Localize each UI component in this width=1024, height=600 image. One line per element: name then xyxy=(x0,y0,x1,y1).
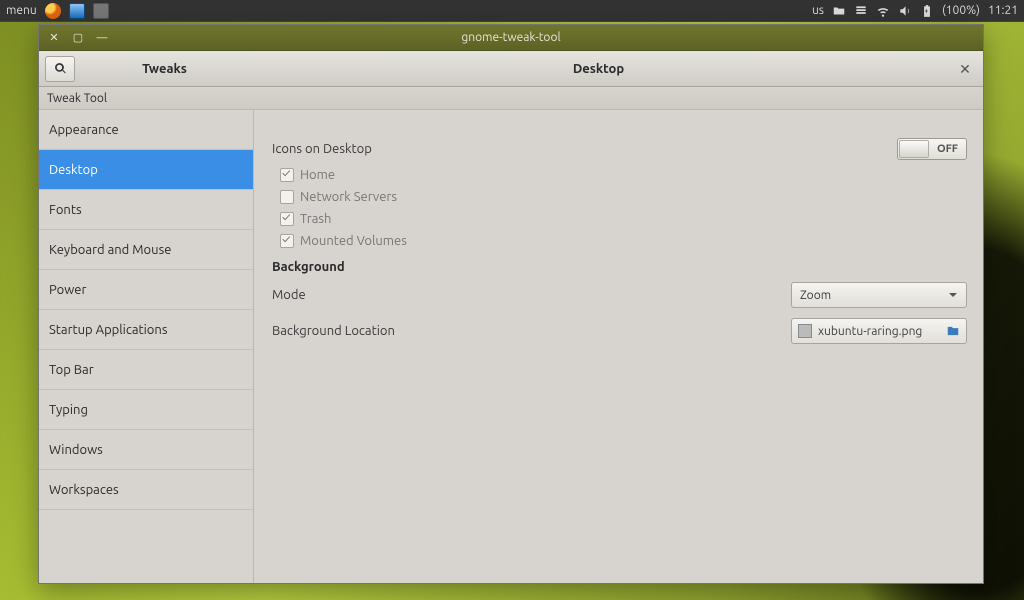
notes-tray-icon[interactable] xyxy=(854,4,868,18)
sidebar-item-keyboard-and-mouse[interactable]: Keyboard and Mouse xyxy=(39,230,253,270)
search-icon xyxy=(54,62,67,75)
menu-button[interactable]: menu xyxy=(6,4,37,17)
sidebar-item-startup-applications[interactable]: Startup Applications xyxy=(39,310,253,350)
mode-label: Mode xyxy=(272,288,306,302)
background-file-name: xubuntu-raring.png xyxy=(818,325,922,338)
folder-icon xyxy=(946,324,960,338)
sidebar-item-fonts[interactable]: Fonts xyxy=(39,190,253,230)
sidebar-item-workspaces[interactable]: Workspaces xyxy=(39,470,253,510)
sidebar-item-power[interactable]: Power xyxy=(39,270,253,310)
mounted-volumes-label: Mounted Volumes xyxy=(300,234,407,248)
icons-on-desktop-switch[interactable]: OFF xyxy=(897,138,967,160)
trash-checkbox[interactable] xyxy=(280,212,294,226)
firefox-icon[interactable] xyxy=(45,3,61,19)
sidebar-item-typing[interactable]: Typing xyxy=(39,390,253,430)
switch-knob xyxy=(899,140,929,158)
minimize-window-icon[interactable]: — xyxy=(95,31,109,45)
home-label: Home xyxy=(300,168,335,182)
sidebar: AppearanceDesktopFontsKeyboard and Mouse… xyxy=(39,110,254,583)
mounted-volumes-checkbox[interactable] xyxy=(280,234,294,248)
tool-label: Tweak Tool xyxy=(39,87,983,110)
trash-label: Trash xyxy=(300,212,331,226)
sidebar-item-appearance[interactable]: Appearance xyxy=(39,110,253,150)
sidebar-item-top-bar[interactable]: Top Bar xyxy=(39,350,253,390)
window-title: gnome-tweak-tool xyxy=(39,31,983,44)
window-titlebar[interactable]: ✕ ▢ — gnome-tweak-tool xyxy=(39,25,983,51)
volume-tray-icon[interactable] xyxy=(898,4,912,18)
header-close-button[interactable]: ✕ xyxy=(955,59,975,79)
app-title: Tweaks xyxy=(81,62,254,76)
tweak-tool-window: ✕ ▢ — gnome-tweak-tool Tweaks Desktop ✕ … xyxy=(38,24,984,584)
app-icon[interactable] xyxy=(69,3,85,19)
background-location-label: Background Location xyxy=(272,324,395,338)
background-heading: Background xyxy=(272,252,967,280)
app-icon-2[interactable] xyxy=(93,3,109,19)
file-thumbnail-icon xyxy=(798,324,812,338)
content-pane: Icons on Desktop OFF Home Network Server… xyxy=(254,110,983,583)
mode-value: Zoom xyxy=(800,289,831,302)
home-checkbox[interactable] xyxy=(280,168,294,182)
close-window-icon[interactable]: ✕ xyxy=(47,31,61,45)
battery-percent: (100%) xyxy=(942,4,980,17)
battery-tray-icon[interactable] xyxy=(920,4,934,18)
top-panel: menu us (100%) 11:21 xyxy=(0,0,1024,22)
icons-on-desktop-label: Icons on Desktop xyxy=(272,142,372,156)
sidebar-item-desktop[interactable]: Desktop xyxy=(39,150,253,190)
chevron-down-icon xyxy=(948,290,958,300)
sidebar-item-windows[interactable]: Windows xyxy=(39,430,253,470)
keyboard-layout-indicator[interactable]: us xyxy=(812,4,824,17)
maximize-window-icon[interactable]: ▢ xyxy=(71,31,85,45)
page-title: Desktop xyxy=(254,51,943,86)
wifi-tray-icon[interactable] xyxy=(876,4,890,18)
clock[interactable]: 11:21 xyxy=(988,4,1018,17)
header-bar: Tweaks Desktop ✕ xyxy=(39,51,983,87)
search-button[interactable] xyxy=(45,56,75,82)
background-file-button[interactable]: xubuntu-raring.png xyxy=(791,318,967,344)
network-servers-checkbox[interactable] xyxy=(280,190,294,204)
network-servers-label: Network Servers xyxy=(300,190,397,204)
switch-off-label: OFF xyxy=(937,143,958,155)
mode-combobox[interactable]: Zoom xyxy=(791,282,967,308)
folder-tray-icon[interactable] xyxy=(832,4,846,18)
